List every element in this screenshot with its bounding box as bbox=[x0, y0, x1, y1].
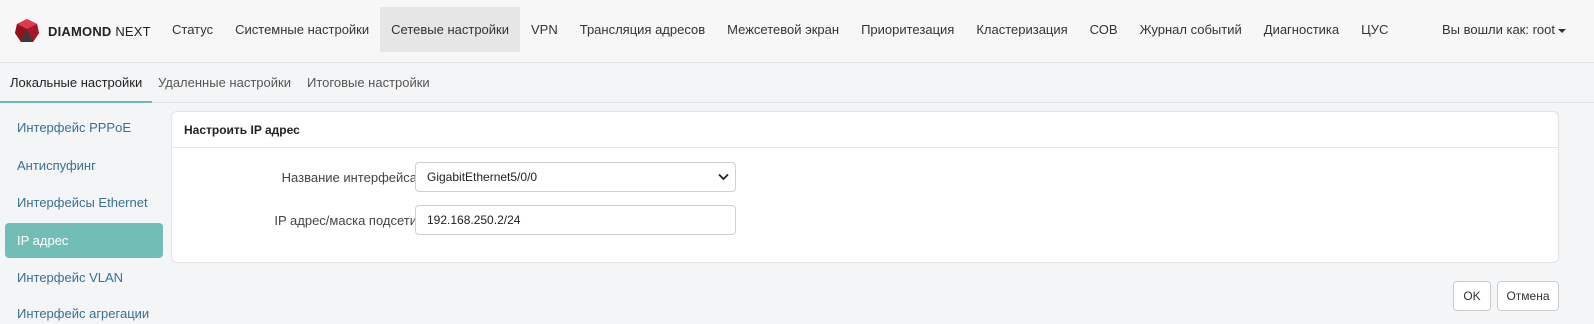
cancel-button[interactable]: Отмена bbox=[1497, 281, 1559, 311]
nav-item-event-log[interactable]: Журнал событий bbox=[1129, 7, 1253, 52]
nav-item-cus[interactable]: ЦУС bbox=[1350, 7, 1399, 52]
sidebar-item-aggregation[interactable]: Интерфейс агрегации bbox=[5, 296, 163, 324]
panel-title: Настроить IP адрес bbox=[172, 112, 1558, 148]
top-navbar: DIAMOND NEXT Статус Системные настройки … bbox=[0, 0, 1594, 63]
ip-settings-panel: Настроить IP адрес Название интерфейса G… bbox=[171, 111, 1559, 263]
chevron-down-icon bbox=[718, 173, 729, 181]
nav-item-nat[interactable]: Трансляция адресов bbox=[569, 7, 716, 52]
sidebar-item-vlan[interactable]: Интерфейс VLAN bbox=[5, 260, 163, 295]
sidebar-item-pppoe[interactable]: Интерфейс PPPoE bbox=[5, 110, 163, 145]
sidebar-item-ethernet[interactable]: Интерфейсы Ethernet bbox=[5, 185, 163, 220]
ip-mask-input[interactable] bbox=[415, 205, 736, 235]
sidebar-item-ip-address[interactable]: IP адрес bbox=[5, 223, 163, 258]
caret-down-icon bbox=[1558, 28, 1566, 33]
sub-tabs: Локальные настройки Удаленные настройки … bbox=[0, 64, 1594, 103]
interface-select-value: GigabitEthernet5/0/0 bbox=[427, 170, 538, 184]
nav-item-qos[interactable]: Приоритезация bbox=[850, 7, 965, 52]
interface-select[interactable]: GigabitEthernet5/0/0 bbox=[415, 162, 736, 192]
nav-item-network-settings[interactable]: Сетевые настройки bbox=[380, 7, 520, 52]
ok-button[interactable]: OK bbox=[1453, 281, 1491, 311]
user-menu[interactable]: Вы вошли как: root bbox=[1442, 7, 1566, 52]
diamond-logo-icon bbox=[15, 19, 39, 42]
nav-item-firewall[interactable]: Межсетевой экран bbox=[716, 7, 850, 52]
user-menu-label: Вы вошли как: root bbox=[1441, 22, 1555, 37]
sidebar-item-antispoofing[interactable]: Антиспуфинг bbox=[5, 148, 163, 183]
nav-item-ids[interactable]: СОВ bbox=[1079, 7, 1129, 52]
nav-item-vpn[interactable]: VPN bbox=[520, 7, 569, 52]
nav-item-clustering[interactable]: Кластеризация bbox=[965, 7, 1078, 52]
brand-name: DIAMOND NEXT bbox=[48, 23, 151, 39]
brand[interactable]: DIAMOND NEXT bbox=[14, 17, 151, 45]
nav-item-status[interactable]: Статус bbox=[161, 7, 224, 52]
tab-final-settings[interactable]: Итоговые настройки bbox=[307, 64, 430, 103]
tab-remote-settings[interactable]: Удаленные настройки bbox=[158, 64, 291, 103]
ip-mask-label: IP адрес/маска подсети bbox=[274, 213, 417, 228]
tab-local-settings[interactable]: Локальные настройки bbox=[0, 64, 153, 103]
main-nav: Статус Системные настройки Сетевые настр… bbox=[161, 7, 1399, 52]
nav-item-system-settings[interactable]: Системные настройки bbox=[224, 7, 380, 52]
nav-item-diagnostics[interactable]: Диагностика bbox=[1253, 7, 1350, 52]
interface-name-label: Название интерфейса bbox=[281, 170, 417, 185]
